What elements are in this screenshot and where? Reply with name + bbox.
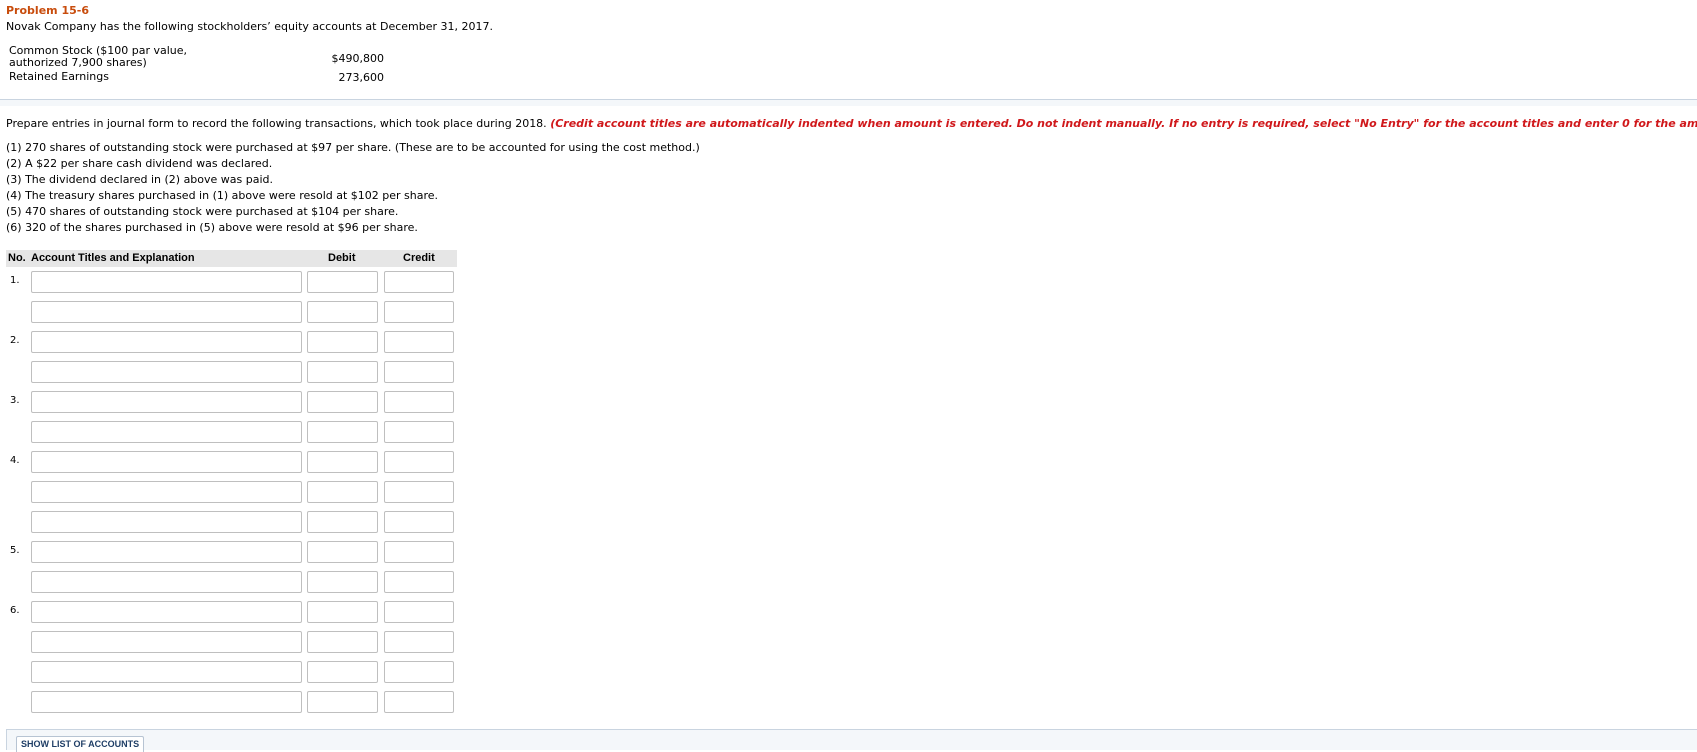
journal-row: 3. — [6, 387, 457, 417]
transaction-item: (4) The treasury shares purchased in (1)… — [6, 189, 439, 202]
equity-accounts-table: Common Stock ($100 par value, authorized… — [9, 45, 385, 85]
journal-row — [6, 417, 457, 447]
entry-number: 1. — [10, 275, 20, 286]
journal-row — [6, 567, 457, 597]
problem-title: Problem 15-6 — [6, 4, 89, 17]
journal-header: No. Account Titles and Explanation Debit… — [6, 250, 457, 267]
journal-row: 2. — [6, 327, 457, 357]
equity-label-line2: authorized 7,900 shares) — [9, 56, 147, 69]
journal-row: 6. — [6, 597, 457, 627]
account-title-input[interactable] — [31, 601, 302, 623]
account-title-input[interactable] — [31, 331, 302, 353]
credit-input[interactable] — [384, 361, 454, 383]
journal-row: 1. — [6, 267, 457, 297]
account-title-input[interactable] — [31, 691, 302, 713]
debit-input[interactable] — [307, 691, 378, 713]
debit-input[interactable] — [307, 661, 378, 683]
show-list-of-accounts-button[interactable]: SHOW LIST OF ACCOUNTS — [16, 736, 145, 752]
debit-input[interactable] — [307, 391, 378, 413]
debit-input[interactable] — [307, 271, 378, 293]
entry-number: 5. — [10, 545, 20, 556]
equity-amount: 273,600 — [338, 71, 385, 84]
header-no: No. — [8, 252, 26, 264]
equity-row-retained-earnings: Retained Earnings 273,600 — [9, 70, 385, 85]
account-title-input[interactable] — [31, 421, 302, 443]
debit-input[interactable] — [307, 631, 378, 653]
credit-input[interactable] — [384, 331, 454, 353]
transaction-item: (6) 320 of the shares purchased in (5) a… — [6, 221, 418, 234]
equity-row-common-stock: Common Stock ($100 par value, authorized… — [9, 45, 384, 71]
debit-input[interactable] — [307, 571, 378, 593]
journal-row: 4. — [6, 447, 457, 477]
journal-row — [6, 507, 457, 537]
debit-input[interactable] — [307, 481, 378, 503]
entry-number: 6. — [10, 605, 20, 616]
debit-input[interactable] — [307, 331, 378, 353]
account-title-input[interactable] — [31, 301, 302, 323]
transactions-list: (1) 270 shares of outstanding stock were… — [6, 140, 700, 236]
journal-row — [6, 357, 457, 387]
section-divider-shadow — [0, 100, 1697, 106]
journal-row — [6, 687, 457, 717]
credit-input[interactable] — [384, 691, 454, 713]
equity-label-line1: Retained Earnings — [9, 70, 109, 83]
credit-input[interactable] — [384, 391, 454, 413]
credit-input[interactable] — [384, 661, 454, 683]
debit-input[interactable] — [307, 361, 378, 383]
credit-input[interactable] — [384, 511, 454, 533]
debit-input[interactable] — [307, 301, 378, 323]
account-title-input[interactable] — [31, 541, 302, 563]
account-title-input[interactable] — [31, 571, 302, 593]
account-title-input[interactable] — [31, 511, 302, 533]
entry-number: 4. — [10, 455, 20, 466]
header-credit: Credit — [403, 252, 435, 264]
instructions-text: Prepare entries in journal form to recor… — [6, 117, 547, 130]
debit-input[interactable] — [307, 451, 378, 473]
journal-row — [6, 477, 457, 507]
header-debit: Debit — [328, 252, 356, 264]
account-title-input[interactable] — [31, 451, 302, 473]
transaction-item: (2) A $22 per share cash dividend was de… — [6, 157, 273, 170]
journal-row: 5. — [6, 537, 457, 567]
credit-input[interactable] — [384, 451, 454, 473]
credit-input[interactable] — [384, 421, 454, 443]
entry-number: 2. — [10, 335, 20, 346]
journal-row — [6, 627, 457, 657]
credit-input[interactable] — [384, 541, 454, 563]
instructions: Prepare entries in journal form to recor… — [6, 117, 1697, 130]
transaction-item: (5) 470 shares of outstanding stock were… — [6, 205, 399, 218]
journal-rows: 1. 2. 3. 4. 5. 6. — [6, 267, 457, 717]
credit-input[interactable] — [384, 301, 454, 323]
credit-input[interactable] — [384, 631, 454, 653]
debit-input[interactable] — [307, 541, 378, 563]
entry-number: 3. — [10, 395, 20, 406]
problem-intro: Novak Company has the following stockhol… — [6, 20, 494, 33]
account-title-input[interactable] — [31, 271, 302, 293]
journal-row — [6, 657, 457, 687]
header-account-titles: Account Titles and Explanation — [31, 252, 195, 264]
account-title-input[interactable] — [31, 661, 302, 683]
credit-input[interactable] — [384, 481, 454, 503]
account-title-input[interactable] — [31, 391, 302, 413]
account-title-input[interactable] — [31, 481, 302, 503]
transaction-item: (3) The dividend declared in (2) above w… — [6, 173, 274, 186]
credit-input[interactable] — [384, 571, 454, 593]
equity-amount: $490,800 — [331, 52, 385, 65]
credit-input[interactable] — [384, 271, 454, 293]
journal-row — [6, 297, 457, 327]
journal-entry-table: No. Account Titles and Explanation Debit… — [6, 250, 457, 717]
credit-input[interactable] — [384, 601, 454, 623]
debit-input[interactable] — [307, 601, 378, 623]
footer-bar: SHOW LIST OF ACCOUNTS — [6, 729, 1697, 752]
transaction-item: (1) 270 shares of outstanding stock were… — [6, 141, 700, 154]
debit-input[interactable] — [307, 421, 378, 443]
account-title-input[interactable] — [31, 361, 302, 383]
instructions-note: (Credit account titles are automatically… — [550, 117, 1697, 130]
account-title-input[interactable] — [31, 631, 302, 653]
debit-input[interactable] — [307, 511, 378, 533]
